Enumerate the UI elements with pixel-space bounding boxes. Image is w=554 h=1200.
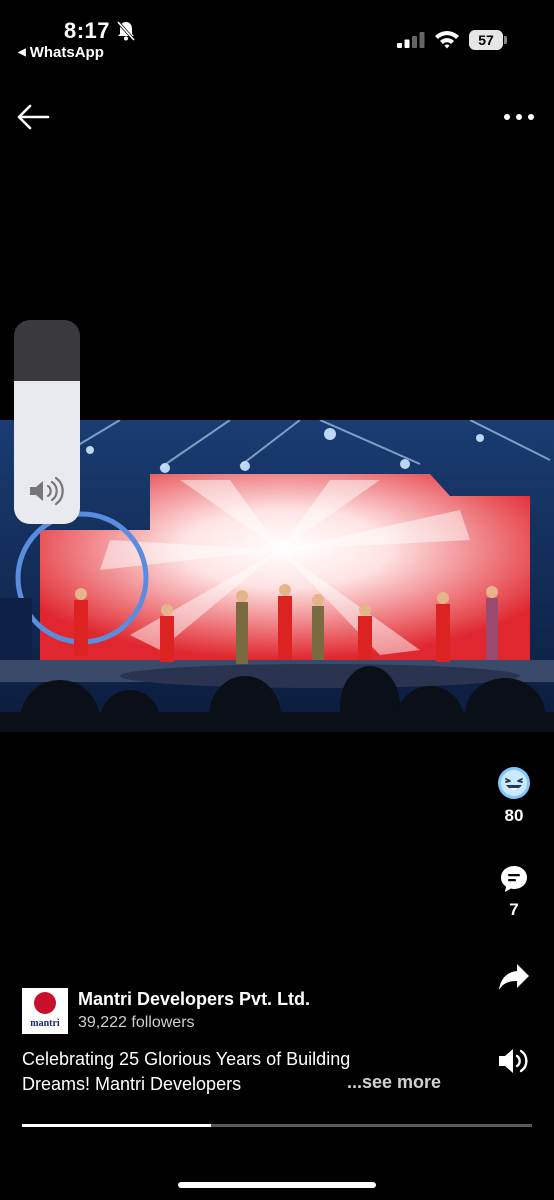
author-info[interactable]: mantri Mantri Developers Pvt. Ltd. 39,22… [22,988,310,1034]
back-triangle-icon: ◀ [18,47,26,58]
video-player[interactable] [0,420,554,732]
sound-toggle-button[interactable] [490,1046,538,1076]
wifi-icon [435,31,459,49]
arrow-left-icon[interactable] [16,102,50,132]
logo-mark [34,992,56,1014]
comment-count: 7 [509,900,519,919]
battery-indicator: 57 [469,30,507,50]
home-indicator[interactable] [178,1182,376,1188]
battery-level: 57 [469,30,503,50]
volume-hud[interactable] [14,320,80,524]
laughing-face-icon [498,767,530,799]
comment-button[interactable]: 7 [490,864,538,920]
status-time: 8:17 [64,18,111,43]
cellular-signal-icon [397,32,425,48]
battery-cap [504,36,507,44]
back-to-app-link[interactable]: ◀ WhatsApp [18,44,104,61]
author-name[interactable]: Mantri Developers Pvt. Ltd. [78,988,310,1010]
back-app-label: WhatsApp [29,44,104,61]
ellipsis-icon[interactable] [502,106,536,128]
speaker-icon [499,1049,528,1073]
post-caption: Celebrating 25 Glorious Years of Buildin… [22,1049,351,1094]
see-more-link[interactable]: ...see more [347,1072,441,1093]
video-frame-image [0,420,554,732]
reaction-button[interactable]: 80 [490,766,538,826]
speaker-volume-icon [30,476,64,506]
share-arrow-icon [499,964,529,990]
playback-progress-fill [22,1124,211,1127]
reaction-count: 80 [504,806,524,825]
bell-slash-icon [116,21,136,41]
comment-bubble-icon [501,866,527,892]
status-bar: 8:17 ◀ WhatsApp 57 [0,0,554,70]
share-button[interactable] [490,962,538,992]
company-logo[interactable]: mantri [22,988,68,1034]
author-followers: 39,222 followers [78,1014,195,1031]
logo-text: mantri [30,1018,60,1029]
playback-progress-bar[interactable] [22,1124,532,1127]
author-text: Mantri Developers Pvt. Ltd. 39,222 follo… [78,988,310,1034]
